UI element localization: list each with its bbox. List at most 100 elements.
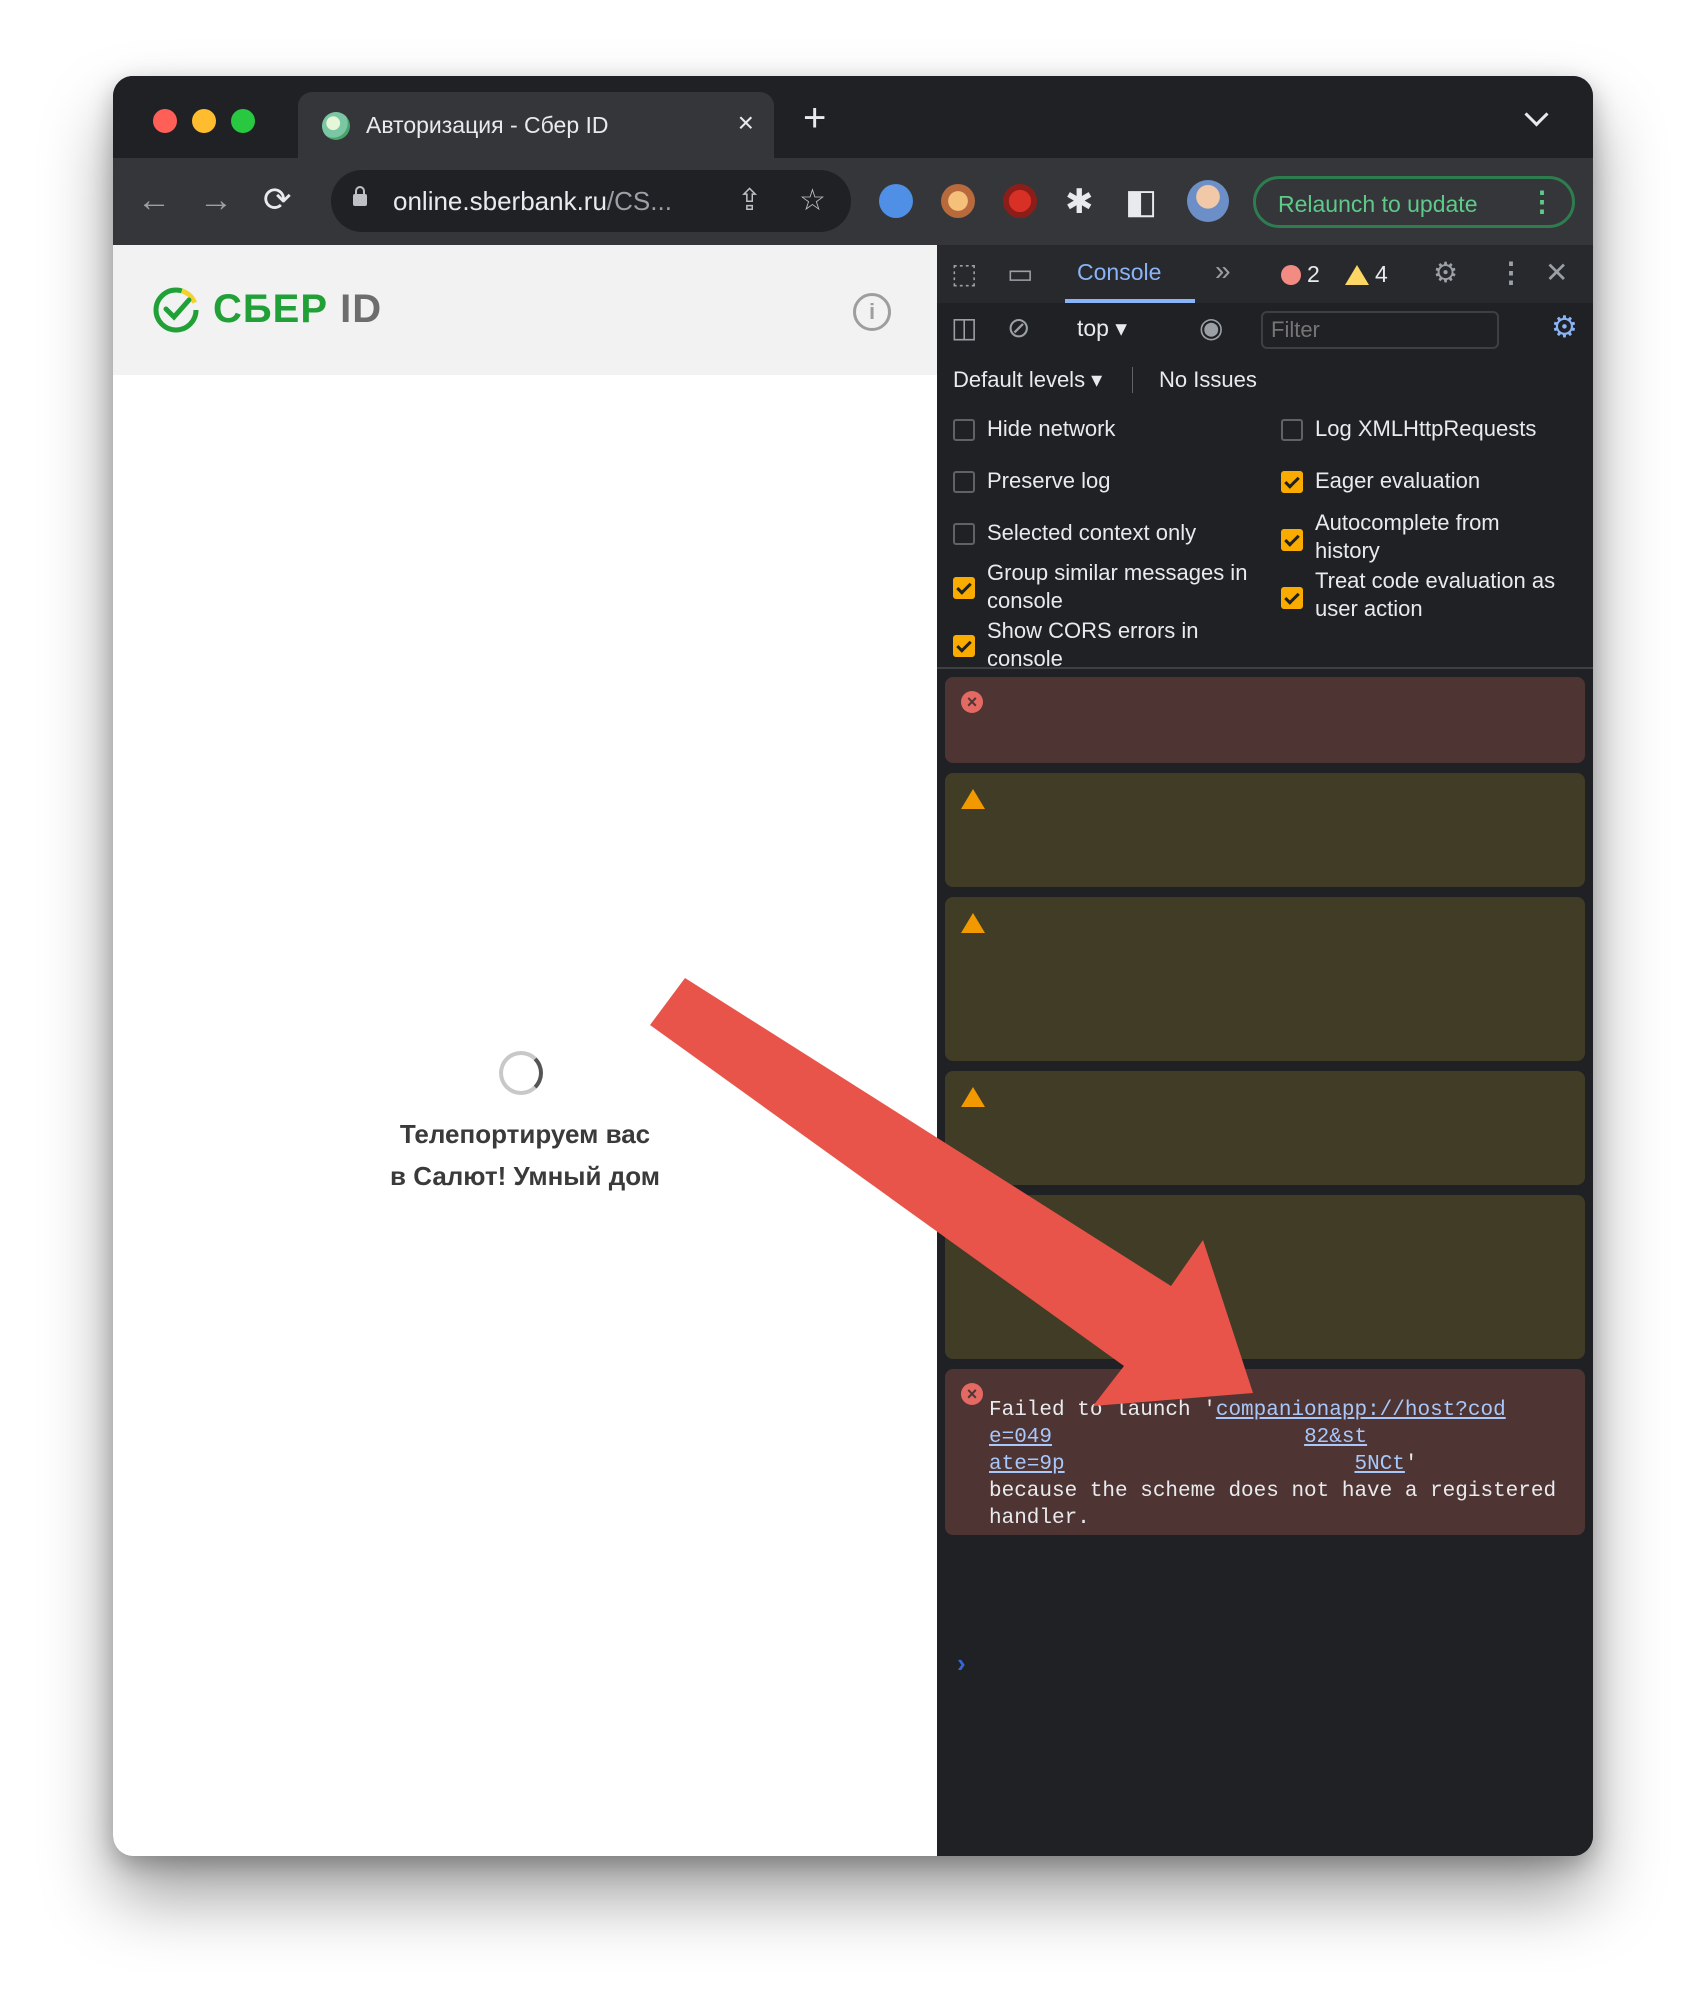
sber-id-header: СБЕР ID i [113, 245, 937, 375]
error-icon: × [961, 691, 983, 713]
inspect-element-icon[interactable]: ⬚ [951, 259, 977, 289]
selected-context-label: Selected context only [987, 520, 1197, 545]
hide-network-checkbox[interactable] [953, 419, 975, 441]
url-host: online.sberbank.ru [393, 186, 607, 216]
eager-evaluation-label: Eager evaluation [1315, 468, 1481, 493]
live-expression-eye-icon[interactable]: ◉ [1199, 313, 1223, 343]
console-filter-input[interactable] [1261, 311, 1499, 349]
treat-code-evaluation-label: Treat code evaluation as user action [1315, 568, 1556, 621]
treat-code-evaluation-checkbox[interactable] [1281, 587, 1303, 609]
scheme-link-part[interactable]: 82&st [1304, 1426, 1367, 1449]
reload-icon[interactable]: ⟳ [263, 180, 292, 220]
log-xhr-checkbox[interactable] [1281, 419, 1303, 441]
warning-count[interactable]: 4 [1375, 261, 1388, 288]
extension-1-icon[interactable] [879, 184, 913, 218]
warning-icon [961, 1087, 985, 1107]
scheme-link-part[interactable]: 5NCt [1354, 1453, 1404, 1476]
hide-network-label: Hide network [987, 416, 1116, 441]
share-icon[interactable]: ⇪ [737, 184, 762, 218]
info-icon[interactable]: i [853, 293, 891, 331]
loading-message: Телепортируем вас в Салют! Умный дом [325, 1113, 725, 1197]
autocomplete-history-label: Autocomplete from history [1315, 510, 1500, 563]
console-message-error[interactable]: × [945, 677, 1585, 763]
devtools-settings-gear-icon[interactable]: ⚙ [1433, 258, 1458, 288]
extensions-puzzle-icon[interactable]: ✱ [1065, 182, 1094, 222]
profile-avatar[interactable] [1187, 180, 1229, 222]
console-message-warning[interactable] [945, 773, 1585, 887]
loading-line-1: Телепортируем вас [399, 1119, 651, 1149]
extension-2-icon[interactable] [941, 184, 975, 218]
console-message-warning[interactable] [945, 897, 1585, 1061]
autocomplete-history-checkbox[interactable] [1281, 529, 1303, 551]
error-count-icon[interactable] [1281, 265, 1301, 285]
side-panel-icon[interactable]: ◧ [1125, 182, 1157, 222]
relaunch-label: Relaunch to update [1278, 191, 1478, 217]
minimize-window-button[interactable] [192, 109, 216, 133]
error-count[interactable]: 2 [1307, 261, 1320, 288]
devtools-tab-bar: ⬚ ▭ Console » 2 4 ⚙ ⋮ ✕ [937, 245, 1593, 304]
zoom-window-button[interactable] [231, 109, 255, 133]
issues-button[interactable]: No Issues [1159, 367, 1257, 393]
log-levels-dropdown[interactable]: Default levels ▾ [953, 367, 1102, 393]
preserve-log-checkbox[interactable] [953, 471, 975, 493]
device-toolbar-icon[interactable]: ▭ [1007, 259, 1033, 289]
address-bar[interactable]: online.sberbank.ru/CS... ⇪ ☆ [331, 170, 851, 232]
title-bar: Авторизация - Сбер ID × + [113, 76, 1593, 158]
console-prompt-icon[interactable]: › [957, 1648, 966, 1679]
group-similar-checkbox[interactable] [953, 577, 975, 599]
devtools-menu-icon[interactable]: ⋮ [1497, 258, 1525, 288]
console-message-failed-launch[interactable]: × Failed to launch 'companionapp://host?… [945, 1369, 1585, 1535]
bookmark-star-icon[interactable]: ☆ [799, 184, 826, 218]
scheme-link-part[interactable]: ate=9p [989, 1453, 1065, 1476]
error-icon: × [961, 1383, 983, 1405]
close-window-button[interactable] [153, 109, 177, 133]
more-tabs-icon[interactable]: » [1215, 255, 1231, 287]
new-tab-button[interactable]: + [803, 96, 826, 140]
log-xhr-label: Log XMLHttpRequests [1315, 416, 1537, 441]
logo-sber-text: СБЕР [213, 287, 328, 331]
back-icon[interactable]: ← [137, 180, 171, 220]
console-message-warning[interactable] [945, 1195, 1585, 1359]
clear-console-icon[interactable]: ⊘ [1007, 313, 1030, 343]
tab-search-chevron-icon[interactable] [1524, 102, 1549, 127]
msg-quote: ' [1404, 1453, 1418, 1476]
levels-divider [1132, 367, 1133, 393]
tab-console[interactable]: Console [1077, 259, 1161, 286]
extension-3-icon[interactable] [1003, 184, 1037, 218]
levels-row: Default levels ▾ No Issues [937, 355, 1593, 406]
preserve-log-label: Preserve log [987, 468, 1111, 493]
web-page: СБЕР ID i Телепортируем вас в Салют! Умн… [113, 245, 937, 1856]
lock-icon[interactable] [353, 186, 367, 206]
warning-count-icon[interactable] [1345, 265, 1369, 285]
loading-spinner-icon [499, 1051, 543, 1095]
devtools-close-icon[interactable]: ✕ [1545, 258, 1568, 288]
sber-id-logo: СБЕР ID [213, 287, 382, 332]
forward-icon[interactable]: → [199, 180, 233, 220]
sber-logo-icon [153, 287, 199, 333]
selected-context-checkbox[interactable] [953, 523, 975, 545]
tab-title: Авторизация - Сбер ID [366, 112, 609, 138]
devtools-panel: ⬚ ▭ Console » 2 4 ⚙ ⋮ ✕ ◫ ⊘ top ▾ ◉ ⚙ De… [937, 245, 1593, 1856]
browser-toolbar: ← → ⟳ online.sberbank.ru/CS... ⇪ ☆ ✱ ◧ R… [113, 158, 1593, 245]
group-similar-label: Group similar messages in console [987, 560, 1248, 613]
browser-window: Авторизация - Сбер ID × + ← → ⟳ online.s… [113, 76, 1593, 1856]
show-cors-label: Show CORS errors in console [987, 618, 1199, 671]
msg-tail: because the scheme does not have a regis… [989, 1480, 1569, 1530]
tab-close-icon[interactable]: × [738, 108, 754, 138]
browser-tab[interactable]: Авторизация - Сбер ID × [298, 92, 774, 158]
console-settings-gear-icon[interactable]: ⚙ [1551, 311, 1578, 345]
failed-launch-text: Failed to launch 'companionapp://host?co… [989, 1397, 1571, 1532]
sber-favicon-icon [322, 112, 350, 140]
console-message-warning[interactable] [945, 1071, 1585, 1185]
scheme-link-part[interactable]: e=049 [989, 1426, 1052, 1449]
url-text[interactable]: online.sberbank.ru/CS... [393, 186, 672, 217]
relaunch-to-update-button[interactable]: Relaunch to update ⋮ [1253, 176, 1575, 228]
logo-id-text: ID [340, 287, 383, 331]
context-select[interactable]: top ▾ [1077, 315, 1127, 342]
browser-menu-icon[interactable]: ⋮ [1528, 187, 1556, 217]
sidebar-toggle-icon[interactable]: ◫ [951, 313, 977, 343]
show-cors-checkbox[interactable] [953, 635, 975, 657]
console-settings-pane: Hide network Preserve log Selected conte… [937, 405, 1593, 671]
scheme-link[interactable]: companionapp://host?cod [1216, 1399, 1506, 1422]
eager-evaluation-checkbox[interactable] [1281, 471, 1303, 493]
